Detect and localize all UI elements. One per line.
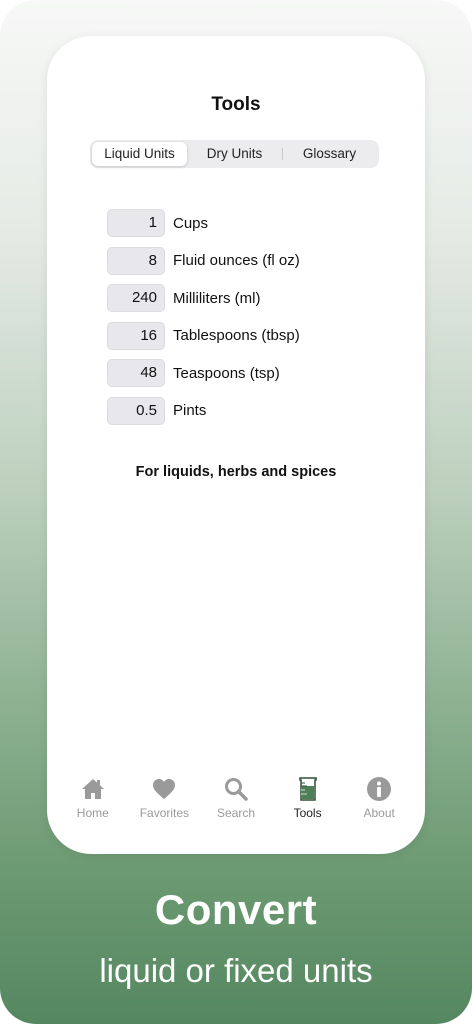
teaspoons-label: Teaspoons (tsp) xyxy=(173,364,280,382)
unit-row-tablespoons: 16 Tablespoons (tbsp) xyxy=(107,321,387,351)
promo-subline: liquid or fixed units xyxy=(99,952,373,989)
phone-screen: Tools Liquid Units Dry Units Glossary 1 … xyxy=(47,36,425,854)
tab-about[interactable]: About xyxy=(344,776,414,820)
unit-row-teaspoons: 48 Teaspoons (tsp) xyxy=(107,358,387,388)
cups-label: Cups xyxy=(173,214,209,232)
promo-background: Tools Liquid Units Dry Units Glossary 1 … xyxy=(0,0,472,1024)
beaker-icon xyxy=(295,776,321,802)
tab-home-label: Home xyxy=(76,806,109,820)
tab-tools-label: Tools xyxy=(293,806,322,820)
tab-home[interactable]: Home xyxy=(58,776,128,820)
segment-dry-units[interactable]: Dry Units xyxy=(187,142,282,166)
search-icon xyxy=(223,776,249,802)
unit-type-segmented-control: Liquid Units Dry Units Glossary xyxy=(90,140,379,168)
unit-row-pints: 0.5 Pints xyxy=(107,396,387,426)
tab-favorites-label: Favorites xyxy=(139,806,190,820)
home-icon xyxy=(80,776,106,802)
milliliters-label: Milliliters (ml) xyxy=(173,289,261,307)
segment-liquid-units[interactable]: Liquid Units xyxy=(92,142,187,166)
cups-value-field[interactable]: 1 xyxy=(107,209,165,237)
tab-bar: Home Favorites Search Tools About xyxy=(47,776,425,820)
pints-value-field[interactable]: 0.5 xyxy=(107,396,165,425)
fluid-ounces-label: Fluid ounces (fl oz) xyxy=(173,252,300,269)
tab-about-label: About xyxy=(363,806,395,820)
fluid-ounces-value-field[interactable]: 8 xyxy=(107,246,165,275)
tablespoons-label: Tablespoons (tbsp) xyxy=(173,327,300,344)
usage-note: For liquids, herbs and spices xyxy=(135,464,337,480)
info-icon xyxy=(366,776,392,802)
unit-row-fluid-ounces: 8 Fluid ounces (fl oz) xyxy=(107,246,387,276)
promo-headline: Convert xyxy=(154,886,318,933)
tab-favorites[interactable]: Favorites xyxy=(129,776,199,820)
unit-conversion-list: 1 Cups 8 Fluid ounces (fl oz) 240 Millil… xyxy=(107,208,387,433)
heart-icon xyxy=(151,776,177,802)
tab-search-label: Search xyxy=(216,806,255,820)
unit-row-milliliters: 240 Milliliters (ml) xyxy=(107,283,387,313)
unit-row-cups: 1 Cups xyxy=(107,208,387,238)
tab-search[interactable]: Search xyxy=(201,776,271,820)
tablespoons-value-field[interactable]: 16 xyxy=(107,321,165,350)
teaspoons-value-field[interactable]: 48 xyxy=(107,359,165,387)
milliliters-value-field[interactable]: 240 xyxy=(107,284,165,312)
tab-tools[interactable]: Tools xyxy=(273,776,343,820)
page-title: Tools xyxy=(211,94,261,115)
segment-glossary[interactable]: Glossary xyxy=(282,142,377,166)
pints-label: Pints xyxy=(173,402,207,419)
